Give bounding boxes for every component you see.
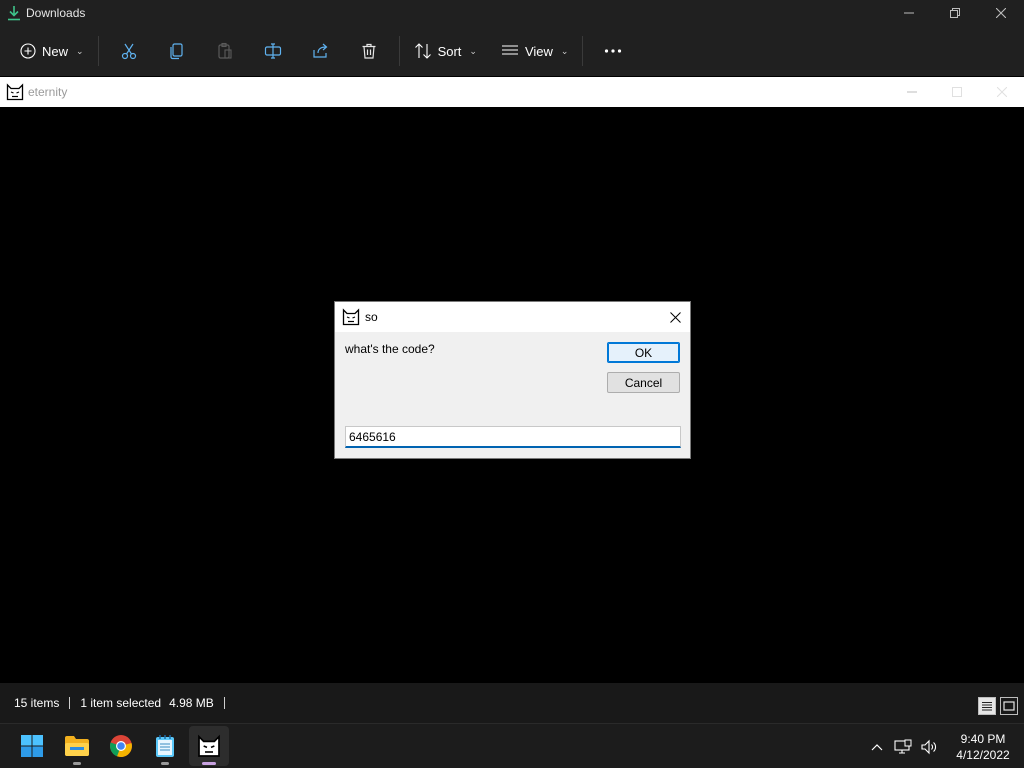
status-divider [223,697,225,709]
volume-button[interactable] [916,724,942,768]
cat-app-icon [6,83,24,101]
network-icon [894,739,912,754]
dialog-close-button[interactable] [660,302,690,332]
command-bar: New ⌄ Sort ⌄ View ⌄ [0,26,1024,76]
running-indicator [73,762,81,765]
view-list-icon [501,45,518,55]
taskbar: 9:40 PM 4/12/2022 [0,723,1024,768]
minimize-icon [906,91,917,93]
tiles-view-button[interactable] [1000,697,1018,715]
toolbar-divider [582,36,584,66]
eternity-minimize-button[interactable] [889,77,934,107]
cat-app-icon [342,308,360,326]
cancel-button[interactable]: Cancel [607,372,680,393]
restore-button[interactable] [932,0,978,26]
speaker-icon [921,739,936,754]
dialog-prompt: what's the code? [345,342,435,356]
selection-status: 1 item selected [80,696,162,710]
eternity-titlebar: eternity [0,77,1024,107]
details-view-button[interactable] [978,697,996,715]
show-hidden-icons-button[interactable] [864,724,890,768]
rename-button[interactable] [249,34,297,68]
trash-icon [362,43,376,59]
new-button[interactable]: New ⌄ [12,34,92,68]
close-button[interactable] [978,0,1024,26]
taskbar-notepad[interactable] [145,726,185,766]
tiles-view-icon [1003,701,1015,711]
chevron-down-icon: ⌄ [469,45,477,56]
code-input[interactable]: 6465616 [345,426,681,448]
more-options-button[interactable] [589,34,637,68]
close-icon [996,8,1006,18]
code-dialog: so what's the code? OK Cancel 6465616 [334,301,691,459]
paste-button[interactable] [201,34,249,68]
maximize-icon [951,87,962,97]
status-bar: 15 items 1 item selected 4.98 MB [0,683,1024,723]
eternity-close-button[interactable] [979,77,1024,107]
windows-logo-icon [21,735,43,757]
dialog-titlebar: so [335,302,690,332]
plus-circle-icon [20,43,36,59]
system-tray: 9:40 PM 4/12/2022 [864,724,1024,768]
clock-date: 4/12/2022 [956,747,1010,762]
toolbar-divider [97,36,99,66]
delete-button[interactable] [345,34,393,68]
chrome-icon [110,735,132,758]
paste-icon [217,42,232,59]
copy-icon [169,43,183,60]
sort-button[interactable]: Sort ⌄ [406,34,485,68]
chevron-up-icon [871,743,883,750]
ok-button[interactable]: OK [607,342,680,363]
download-icon [2,1,26,25]
sort-label: Sort [437,43,462,59]
view-button[interactable]: View ⌄ [493,34,577,68]
share-button[interactable] [297,34,345,68]
more-icon [605,49,622,53]
eternity-window-title: eternity [28,85,68,99]
notepad-icon [156,735,174,757]
network-button[interactable] [890,724,916,768]
close-icon [996,87,1007,97]
start-button[interactable] [12,726,52,766]
copy-button[interactable] [153,34,201,68]
close-icon [669,311,681,323]
restore-icon [950,8,960,18]
cut-button[interactable] [105,34,153,68]
running-indicator [202,762,216,765]
cat-app-icon [198,734,220,757]
taskbar-eternity[interactable] [189,726,229,766]
window-title: Downloads [26,6,86,20]
folder-icon [65,736,89,756]
new-label: New [42,43,69,59]
sort-icon [414,43,431,59]
minimize-button[interactable] [886,0,932,26]
taskbar-clock[interactable]: 9:40 PM 4/12/2022 [948,731,1018,763]
scissors-icon [121,43,136,60]
explorer-titlebar: Downloads [0,0,1024,26]
eternity-maximize-button[interactable] [934,77,979,107]
running-indicator [161,762,169,765]
chevron-down-icon: ⌄ [76,45,84,56]
view-label: View [524,43,553,59]
taskbar-chrome[interactable] [101,726,141,766]
selection-size: 4.98 MB [169,696,214,710]
minimize-icon [904,12,914,14]
rename-icon [264,43,281,59]
toolbar-divider [398,36,400,66]
clock-time: 9:40 PM [960,731,1006,746]
status-divider [69,697,71,709]
dialog-title: so [365,310,378,324]
details-view-icon [982,702,992,711]
share-icon [312,43,327,58]
chevron-down-icon: ⌄ [560,45,569,56]
item-count: 15 items [14,696,60,710]
taskbar-file-explorer[interactable] [57,726,97,766]
